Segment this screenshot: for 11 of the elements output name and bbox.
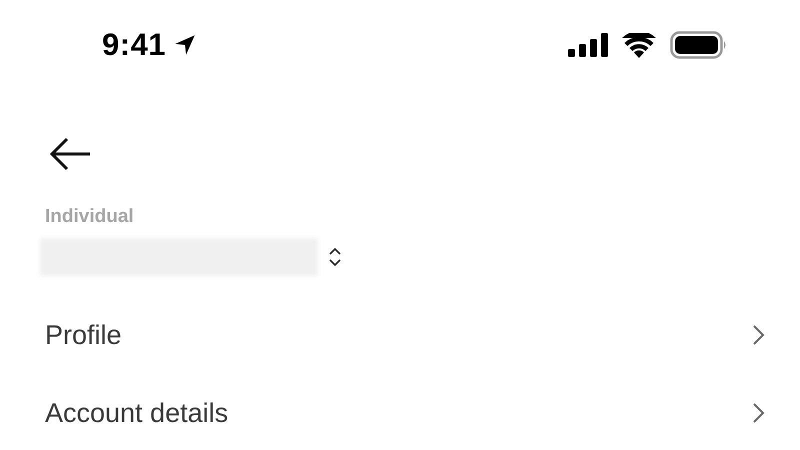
status-time: 9:41 <box>102 27 166 63</box>
back-arrow-icon[interactable] <box>48 136 92 172</box>
menu-item[interactable]: Profile <box>40 296 775 374</box>
battery-icon <box>670 31 728 59</box>
chevron-right-icon <box>751 402 765 424</box>
signal-icon <box>568 33 608 57</box>
up-down-chevron-icon[interactable] <box>328 246 342 268</box>
wifi-icon <box>622 32 656 58</box>
menu-item[interactable]: Account details <box>40 374 775 450</box>
chevron-right-icon <box>751 324 765 346</box>
account-type-label: Individual <box>45 206 135 228</box>
